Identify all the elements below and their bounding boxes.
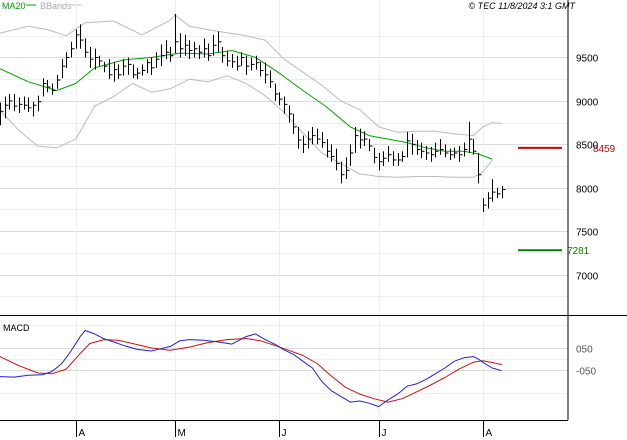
price-y-tick-label: 7000: [576, 272, 599, 283]
bbands-legend-label: BBands: [40, 1, 72, 11]
price-y-tick-label: 8500: [576, 141, 599, 152]
support-level-label: 7281: [567, 246, 590, 257]
price-gridlines: [0, 0, 568, 420]
macd-gridlines: [0, 325, 568, 394]
stock-chart: MA20 BBands © TEC 11/8/2024 3:1 GMT 8459…: [0, 0, 627, 439]
month-tick-label: A: [79, 428, 86, 439]
price-y-tick-label: 7500: [576, 228, 599, 239]
bbands-upper-line: [0, 14, 502, 137]
price-y-tick-label: 9500: [576, 54, 599, 65]
macd-panel: 050 -050 MACD: [0, 323, 596, 408]
ma20-legend-label: MA20: [2, 1, 26, 11]
macd-panel-label: MACD: [3, 323, 30, 333]
macd-line: [0, 330, 502, 408]
month-tick-label: A: [486, 428, 493, 439]
price-panel: 84597281 7000 7500 8000 8500 9000 9500: [0, 0, 616, 420]
price-y-tick-label: 9000: [576, 98, 599, 109]
copyright-text: © TEC 11/8/2024 3:1 GMT: [468, 1, 576, 11]
price-y-tick-label: 8000: [576, 185, 599, 196]
month-tick-label: J: [282, 428, 287, 439]
macd-lines: [0, 330, 502, 408]
macd-y-tick-label: 050: [576, 345, 593, 356]
month-tick-label: J: [382, 428, 387, 439]
macd-y-tick-labels: 050 -050: [576, 345, 596, 378]
price-levels: 84597281: [518, 144, 616, 257]
month-axis: AMJJA: [76, 420, 493, 439]
month-tick-label: M: [178, 428, 186, 439]
bbands-lower-line: [0, 75, 493, 178]
macd-y-tick-label: -050: [576, 367, 596, 378]
